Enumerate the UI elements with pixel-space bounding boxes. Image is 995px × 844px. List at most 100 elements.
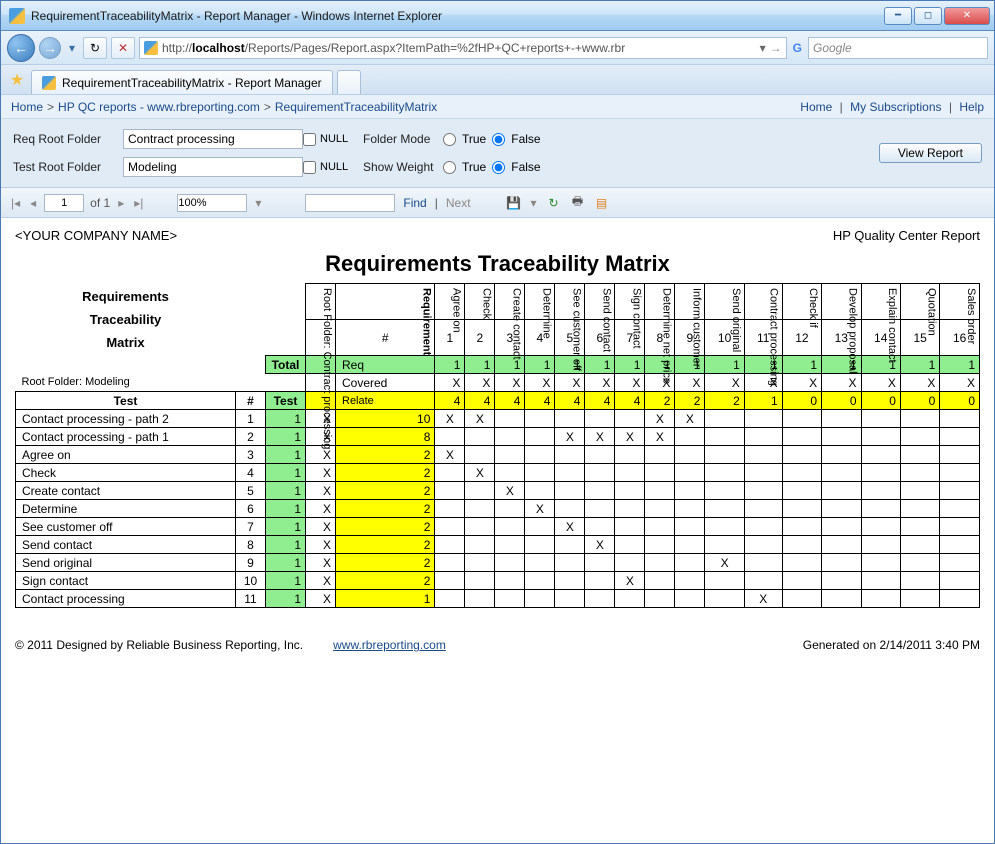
test-relate: 2 xyxy=(336,482,435,500)
zoom-select[interactable] xyxy=(177,194,247,212)
nav-history-dropdown[interactable]: ▾ xyxy=(65,41,79,55)
column-header: Send original xyxy=(705,284,744,320)
matrix-cell xyxy=(585,446,615,464)
export-button[interactable]: 💾 xyxy=(505,194,523,212)
matrix-cell: X xyxy=(525,500,555,518)
show-weight-true-radio[interactable] xyxy=(443,161,456,174)
window-maximize-button[interactable]: ◻ xyxy=(914,7,942,25)
column-header: Create contact xyxy=(495,284,525,320)
matrix-cell xyxy=(705,590,744,608)
matrix-cell xyxy=(555,590,585,608)
table-row: Send original91X2X xyxy=(16,554,980,572)
matrix-cell xyxy=(861,572,900,590)
matrix-cell xyxy=(645,572,675,590)
matrix-cell xyxy=(525,590,555,608)
export-dropdown-icon[interactable]: ▾ xyxy=(529,196,539,210)
forward-button[interactable]: → xyxy=(39,37,61,59)
stop-button[interactable]: ✕ xyxy=(111,37,135,59)
req-count: 1 xyxy=(705,356,744,374)
back-button[interactable]: ← xyxy=(7,34,35,62)
matrix-cell xyxy=(782,518,821,536)
req-root-null-checkbox[interactable] xyxy=(303,133,316,146)
column-header: Determine xyxy=(525,284,555,320)
matrix-cell xyxy=(822,590,861,608)
covered-cell: X xyxy=(861,374,900,392)
matrix-cell xyxy=(435,590,465,608)
test-total: 1 xyxy=(266,518,306,536)
requirement-col-header: Requirement xyxy=(336,284,435,320)
column-header: Agree on xyxy=(435,284,465,320)
matrix-cell: X xyxy=(705,554,744,572)
folder-mode-false-radio[interactable] xyxy=(492,133,505,146)
matrix-cell xyxy=(495,572,525,590)
window-titlebar: RequirementTraceabilityMatrix - Report M… xyxy=(1,1,994,31)
window-close-button[interactable]: ✕ xyxy=(944,7,990,25)
footer-link[interactable]: www.rbreporting.com xyxy=(333,638,446,652)
matrix-cell xyxy=(585,482,615,500)
breadcrumb-folder[interactable]: HP QC reports - www.rbreporting.com xyxy=(58,100,260,114)
test-name: Contact processing - path 1 xyxy=(16,428,236,446)
matrix-cell xyxy=(495,554,525,572)
refresh-button[interactable]: ↻ xyxy=(83,37,107,59)
covered-label: Covered xyxy=(336,374,435,392)
matrix-cell xyxy=(900,500,939,518)
folder-mode-true-radio[interactable] xyxy=(443,133,456,146)
matrix-cell: X xyxy=(744,590,782,608)
url-dropdown-icon[interactable]: ▾ xyxy=(760,41,766,55)
matrix-cell xyxy=(900,536,939,554)
view-report-button[interactable]: View Report xyxy=(879,143,982,163)
breadcrumb-page[interactable]: RequirementTraceabilityMatrix xyxy=(275,100,437,114)
prev-page-button[interactable]: ◂ xyxy=(28,196,38,210)
show-weight-false-radio[interactable] xyxy=(492,161,505,174)
link-home[interactable]: Home xyxy=(800,100,832,114)
matrix-cell xyxy=(555,536,585,554)
refresh-report-button[interactable]: ↻ xyxy=(545,194,563,212)
new-tab-button[interactable] xyxy=(337,70,361,94)
matrix-cell xyxy=(900,446,939,464)
matrix-cell xyxy=(615,464,645,482)
find-input[interactable] xyxy=(305,194,395,212)
matrix-cell xyxy=(900,428,939,446)
matrix-cell xyxy=(495,590,525,608)
hash-header: # xyxy=(236,392,266,410)
matrix-cell xyxy=(744,518,782,536)
table-row: Send contact81X2X xyxy=(16,536,980,554)
root-folder-row-label: Root Folder: Modeling xyxy=(16,374,266,392)
breadcrumb-home[interactable]: Home xyxy=(11,100,43,114)
tab-active[interactable]: RequirementTraceabilityMatrix - Report M… xyxy=(31,70,333,94)
matrix-cell xyxy=(585,518,615,536)
matrix-cell: X xyxy=(585,428,615,446)
test-root-input[interactable] xyxy=(123,157,303,177)
test-x: X xyxy=(306,482,336,500)
compat-view-icon[interactable]: → xyxy=(770,41,782,55)
test-index: 6 xyxy=(236,500,266,518)
window-minimize-button[interactable]: ━ xyxy=(884,7,912,25)
browser-search-input[interactable]: Google xyxy=(808,37,988,59)
covered-cell: X xyxy=(744,374,782,392)
covered-cell: X xyxy=(465,374,495,392)
feed-button[interactable]: ▤ xyxy=(593,194,611,212)
zoom-dropdown-icon[interactable]: ▾ xyxy=(253,196,263,210)
table-row: Create contact51X2X xyxy=(16,482,980,500)
link-subscriptions[interactable]: My Subscriptions xyxy=(850,100,941,114)
matrix-cell xyxy=(435,464,465,482)
covered-cell: X xyxy=(940,374,980,392)
first-page-button[interactable]: |◂ xyxy=(9,196,22,210)
favorites-star-icon[interactable]: ★ xyxy=(7,70,27,90)
find-button[interactable]: Find xyxy=(401,196,428,210)
search-provider-button[interactable]: G xyxy=(791,37,804,59)
matrix-cell: X xyxy=(435,410,465,428)
test-label: Test xyxy=(266,392,306,410)
matrix-cell xyxy=(465,482,495,500)
next-page-button[interactable]: ▸ xyxy=(116,196,126,210)
test-name: Agree on xyxy=(16,446,236,464)
table-row: Determine61X2X xyxy=(16,500,980,518)
find-next-button[interactable]: Next xyxy=(444,196,473,210)
link-help[interactable]: Help xyxy=(959,100,984,114)
test-root-null-checkbox[interactable] xyxy=(303,161,316,174)
url-field[interactable]: http://localhost/Reports/Pages/Report.as… xyxy=(139,37,787,59)
page-number-input[interactable] xyxy=(44,194,84,212)
req-root-input[interactable] xyxy=(123,129,303,149)
print-button[interactable]: 🖶 xyxy=(569,194,587,212)
last-page-button[interactable]: ▸| xyxy=(132,196,145,210)
